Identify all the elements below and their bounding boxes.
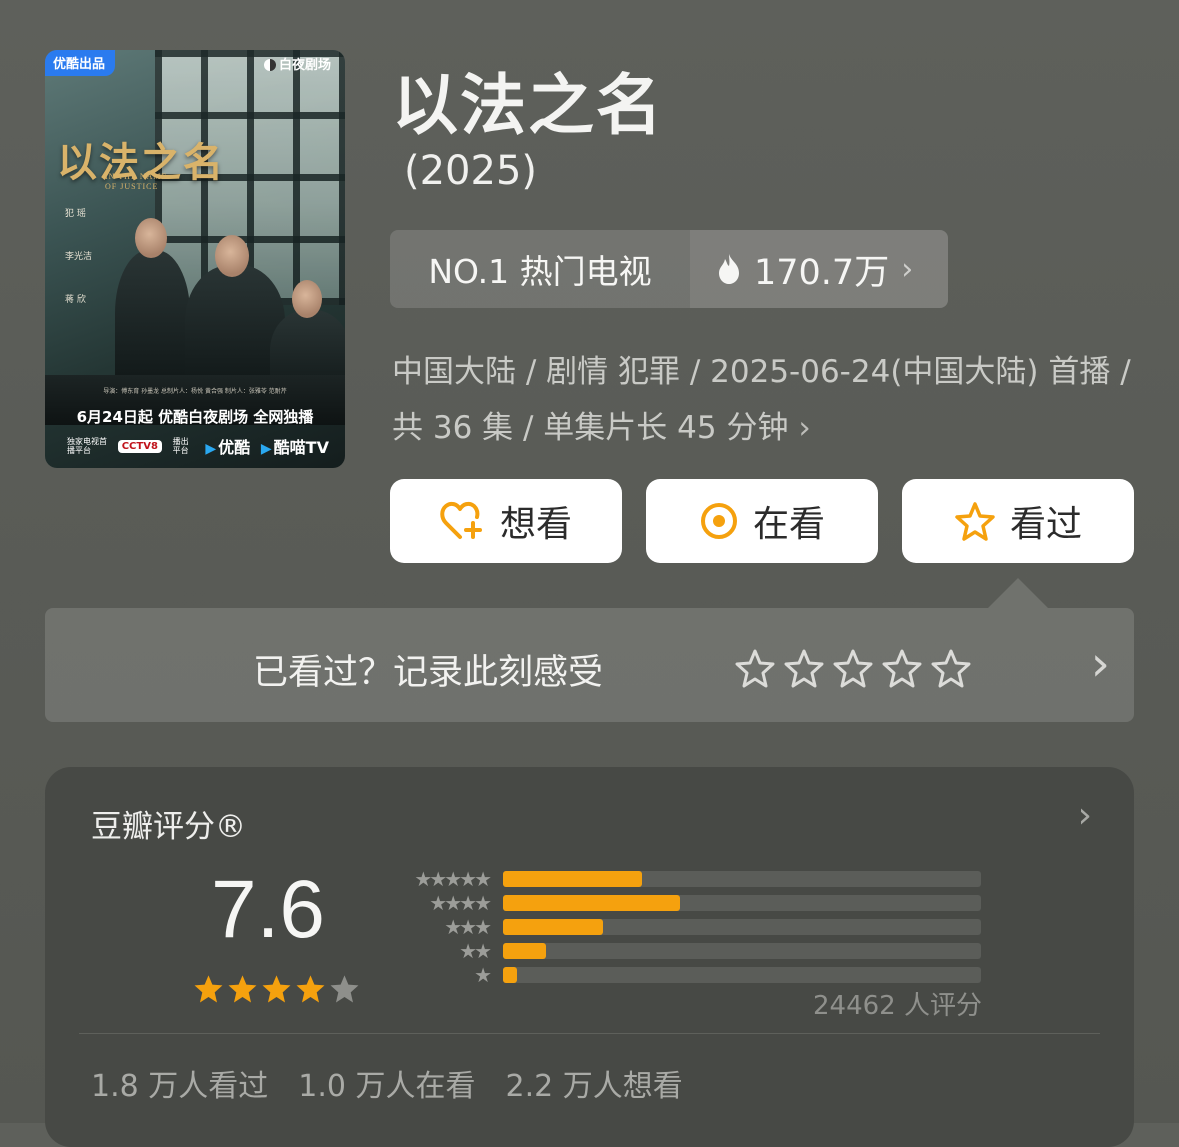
youku-logo: ▶ 优酷 (205, 434, 250, 458)
rate-star-icon[interactable] (882, 648, 922, 688)
poster-english-title: IN THE NAME OF JUSTICE (105, 172, 167, 192)
ranking-label: NO.1 热门电视 (428, 252, 652, 291)
rating-bar-track (503, 895, 981, 911)
rating-row: ★ (383, 963, 981, 987)
release-year: (2025) (404, 148, 538, 194)
watching-button[interactable]: 在看 (646, 479, 878, 563)
poster-head-center (215, 235, 249, 277)
rate-stars[interactable] (735, 648, 971, 688)
rate-star-icon[interactable] (931, 648, 971, 688)
cast-name: 李光洁 (65, 252, 93, 262)
meta-text: 中国大陆 / 剧情 犯罪 / 2025-06-24(中国大陆) 首播 / 共 3… (392, 354, 1131, 446)
rating-bar (503, 967, 518, 983)
rating-bar (503, 895, 680, 911)
rating-row: ★★★ (383, 915, 981, 939)
studio-name: 白夜剧场 (278, 58, 331, 73)
star-empty-icon (330, 975, 359, 1003)
rating-row: ★★★★★ (383, 867, 981, 891)
cctv-logo: CCTV8 (117, 439, 162, 453)
watching-label: 在看 (752, 504, 825, 545)
rating-level-stars: ★★★ (444, 915, 492, 939)
watched-label: 看过 (1009, 504, 1082, 545)
douban-rating-header: 豆瓣评分® (91, 809, 246, 845)
rating-bar (503, 943, 547, 959)
poster-head-right (292, 280, 322, 318)
rate-prompt-bar[interactable]: 已看过？记录此刻感受 › (45, 608, 1134, 722)
want-to-watch-button[interactable]: 想看 (390, 479, 622, 563)
kumiao-logo: ▶ 酷喵TV (261, 434, 329, 458)
kumiao-label: 酷喵TV (273, 438, 329, 457)
douban-score: 7.6 (211, 864, 325, 955)
poster-studio: 白夜剧场 (263, 54, 331, 73)
star-filled-icon (296, 975, 325, 1003)
rate-prompt-text: 已看过？记录此刻感受 (253, 653, 604, 693)
poster-airing-date: 6月24日起 优酷白夜剧场 全网独播 (76, 408, 314, 426)
rating-level-stars: ★★ (459, 939, 492, 963)
watch-stats: 1.8 万人看过 1.0 万人在看 2.2 万人想看 (91, 1061, 683, 1105)
chevron-right-icon: › (798, 410, 811, 446)
rate-star-icon[interactable] (735, 648, 775, 688)
rating-bar-track (503, 967, 981, 983)
poster-platforms: 独家电视首播平台 CCTV8 播出平台 ▶ 优酷 ▶ 酷喵TV (67, 434, 329, 458)
rate-prompt-pointer (988, 578, 1048, 608)
poster-cast: 犯 瑶 李光洁 蒋 欣 (65, 208, 95, 307)
chevron-right-icon: › (901, 251, 914, 287)
want-count: 2.2 万人想看 (505, 1069, 683, 1104)
watched-count: 1.8 万人看过 (91, 1069, 269, 1104)
want-label: 想看 (499, 504, 572, 545)
rating-bar-track (503, 943, 981, 959)
rating-bar-track (503, 919, 981, 935)
star-filled-icon (194, 975, 223, 1003)
kumiao-play-icon: ▶ (260, 441, 272, 457)
platform-caption: 独家电视首播平台 (67, 437, 107, 455)
youku-play-icon: ▶ (205, 441, 217, 457)
target-icon (700, 503, 737, 539)
rating-count: 24462 人评分 (813, 991, 982, 1021)
youku-label: 优酷 (218, 438, 251, 457)
heat-count[interactable]: 170.7万 › (690, 230, 948, 308)
show-meta-info[interactable]: 中国大陆 / 剧情 犯罪 / 2025-06-24(中国大陆) 首播 / 共 3… (392, 344, 1132, 456)
rating-distribution-chart: ★★★★★ ★★★★ ★★★ ★★ ★ (383, 867, 981, 987)
rating-row: ★★ (383, 939, 981, 963)
score-stars (193, 973, 360, 1004)
douban-rating-card[interactable]: 豆瓣评分® › 7.6 ★★★★★ ★★★★ ★★★ ★★ ★ 24462 人评分 1.… (45, 767, 1134, 1147)
watching-count: 1.0 万人在看 (298, 1069, 476, 1104)
ranking-pill[interactable]: NO.1 热门电视 170.7万 › (390, 230, 948, 308)
cast-name: 犯 瑶 (65, 209, 86, 219)
rating-bar (503, 919, 604, 935)
watched-button[interactable]: 看过 (902, 479, 1134, 563)
rate-star-icon[interactable] (833, 648, 873, 688)
poster-figure-left (115, 250, 190, 390)
rate-star-icon[interactable] (784, 648, 824, 688)
rating-level-stars: ★★★★ (429, 891, 492, 915)
cast-name: 蒋 欣 (65, 295, 86, 305)
chevron-right-icon[interactable]: › (1078, 795, 1092, 836)
poster-head-left (135, 218, 167, 258)
rating-level-stars: ★ (474, 963, 492, 987)
chevron-right-icon[interactable]: › (1091, 636, 1110, 692)
heat-value: 170.7万 (754, 252, 890, 293)
poster-credits: 导演：傅东育 孙墨龙 总制片人：杨悦 黄合强 制片人：张雅苓 范耐芹 (103, 388, 287, 395)
flame-icon (719, 254, 739, 284)
rating-bar (503, 871, 642, 887)
heart-plus-icon (440, 501, 482, 539)
star-filled-icon (228, 975, 257, 1003)
rating-level-stars: ★★★★★ (414, 867, 492, 891)
star-filled-icon (262, 975, 291, 1003)
poster-english-title-line-2: OF JUSTICE (105, 182, 159, 191)
poster-image[interactable]: 优酷出品 白夜剧场 以法之名 IN THE NAME OF JUSTICE 犯 … (45, 50, 345, 468)
platform-caption: 播出平台 (172, 437, 189, 455)
page-title: 以法之名 (392, 67, 664, 144)
poster-badge: 优酷出品 (45, 50, 116, 76)
card-divider (79, 1033, 1100, 1034)
rating-row: ★★★★ (383, 891, 981, 915)
rating-bar-track (503, 871, 981, 887)
poster-english-title-line-1: IN THE NAME (105, 172, 168, 181)
studio-logo-icon (263, 59, 276, 71)
star-outline-icon (955, 502, 995, 541)
